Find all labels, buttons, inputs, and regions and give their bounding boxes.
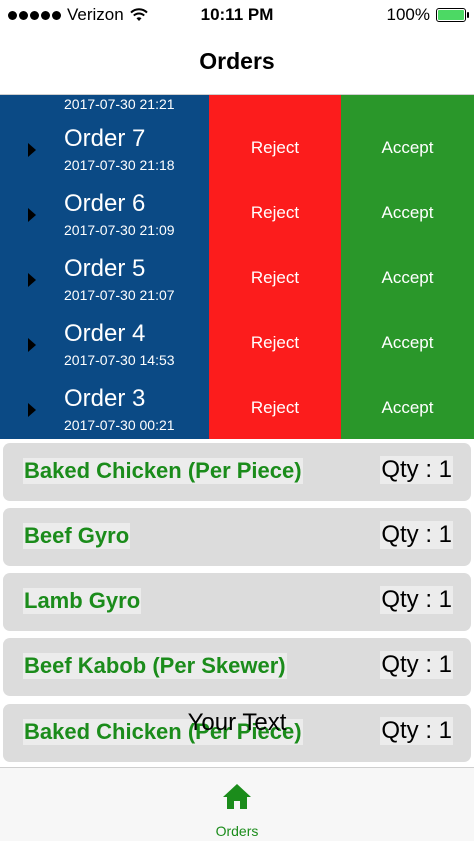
order-main[interactable]: Order 6 2017-07-30 21:09: [0, 180, 209, 245]
order-main[interactable]: Order 4 2017-07-30 14:53: [0, 310, 209, 375]
order-date: 2017-07-30 21:18: [64, 157, 175, 173]
accept-button[interactable]: Accept: [341, 245, 474, 310]
order-date: 2017-07-30 14:53: [64, 352, 175, 368]
navigation-bar: Orders: [0, 32, 474, 95]
caret-right-icon: [28, 143, 36, 157]
order-row[interactable]: Order 5 2017-07-30 21:07 Reject Accept: [0, 245, 474, 310]
screen: Verizon 10:11 PM 100% Orders 2017-07-30 …: [0, 0, 474, 841]
accept-button[interactable]: Accept: [341, 310, 474, 375]
order-row[interactable]: Order 4 2017-07-30 14:53 Reject Accept: [0, 310, 474, 375]
status-right: 100%: [386, 5, 469, 25]
item-quantity: Qty : 1: [380, 521, 453, 549]
reject-button[interactable]: Reject: [209, 245, 341, 310]
reject-button[interactable]: Reject: [209, 115, 341, 180]
status-bar: Verizon 10:11 PM 100%: [0, 0, 474, 32]
order-main[interactable]: Order 7 2017-07-30 21:18: [0, 115, 209, 180]
item-name: Baked Chicken (Per Piece): [23, 458, 303, 484]
item-name: Beef Gyro: [23, 523, 131, 549]
order-main[interactable]: Order 3 2017-07-30 00:21: [0, 375, 209, 439]
home-icon: [223, 784, 251, 809]
reject-button[interactable]: [209, 95, 341, 115]
order-title: Order 5: [64, 255, 146, 282]
caret-right-icon: [28, 403, 36, 417]
accept-button[interactable]: Accept: [341, 115, 474, 180]
item-card[interactable]: Beef Kabob (Per Skewer) Qty : 1: [3, 638, 471, 696]
order-title: Order 6: [64, 190, 146, 217]
reject-button[interactable]: Reject: [209, 375, 341, 439]
order-date: 2017-07-30 21:07: [64, 287, 175, 303]
reject-button[interactable]: Reject: [209, 180, 341, 245]
order-date: 2017-07-30 21:21: [64, 96, 175, 112]
tab-orders[interactable]: Orders: [187, 768, 287, 841]
item-name: Beef Kabob (Per Skewer): [23, 653, 287, 679]
caret-right-icon: [28, 273, 36, 287]
battery-fill: [438, 10, 464, 20]
order-date: 2017-07-30 21:09: [64, 222, 175, 238]
order-row[interactable]: Order 3 2017-07-30 00:21 Reject Accept: [0, 375, 474, 439]
item-card[interactable]: Beef Gyro Qty : 1: [3, 508, 471, 566]
order-main[interactable]: Order 5 2017-07-30 21:07: [0, 245, 209, 310]
accept-button[interactable]: [341, 95, 474, 115]
overlay-text: Your Text: [187, 709, 287, 736]
page-title: Orders: [199, 48, 275, 74]
item-card[interactable]: Baked Chicken (Per Piece) Qty : 1: [3, 443, 471, 501]
caret-right-icon: [28, 208, 36, 222]
order-date: 2017-07-30 00:21: [64, 417, 175, 433]
battery-icon: [436, 8, 469, 22]
battery-percent: 100%: [386, 5, 430, 24]
accept-button[interactable]: Accept: [341, 180, 474, 245]
accept-button[interactable]: Accept: [341, 375, 474, 439]
item-quantity: Qty : 1: [380, 651, 453, 679]
order-title: Order 7: [64, 125, 146, 152]
caret-right-icon: [28, 338, 36, 352]
item-quantity: Qty : 1: [380, 456, 453, 484]
item-card[interactable]: Lamb Gyro Qty : 1: [3, 573, 471, 631]
orders-list[interactable]: 2017-07-30 21:21 Order 7 2017-07-30 21:1…: [0, 95, 474, 439]
order-title: Order 4: [64, 320, 146, 347]
reject-button[interactable]: Reject: [209, 310, 341, 375]
tab-bar: Orders: [0, 767, 474, 841]
order-row[interactable]: Order 7 2017-07-30 21:18 Reject Accept: [0, 115, 474, 180]
item-quantity: Qty : 1: [380, 586, 453, 614]
tab-label: Orders: [215, 823, 259, 839]
item-name: Lamb Gyro: [23, 588, 142, 614]
order-title: Order 3: [64, 385, 146, 412]
order-row[interactable]: Order 6 2017-07-30 21:09 Reject Accept: [0, 180, 474, 245]
